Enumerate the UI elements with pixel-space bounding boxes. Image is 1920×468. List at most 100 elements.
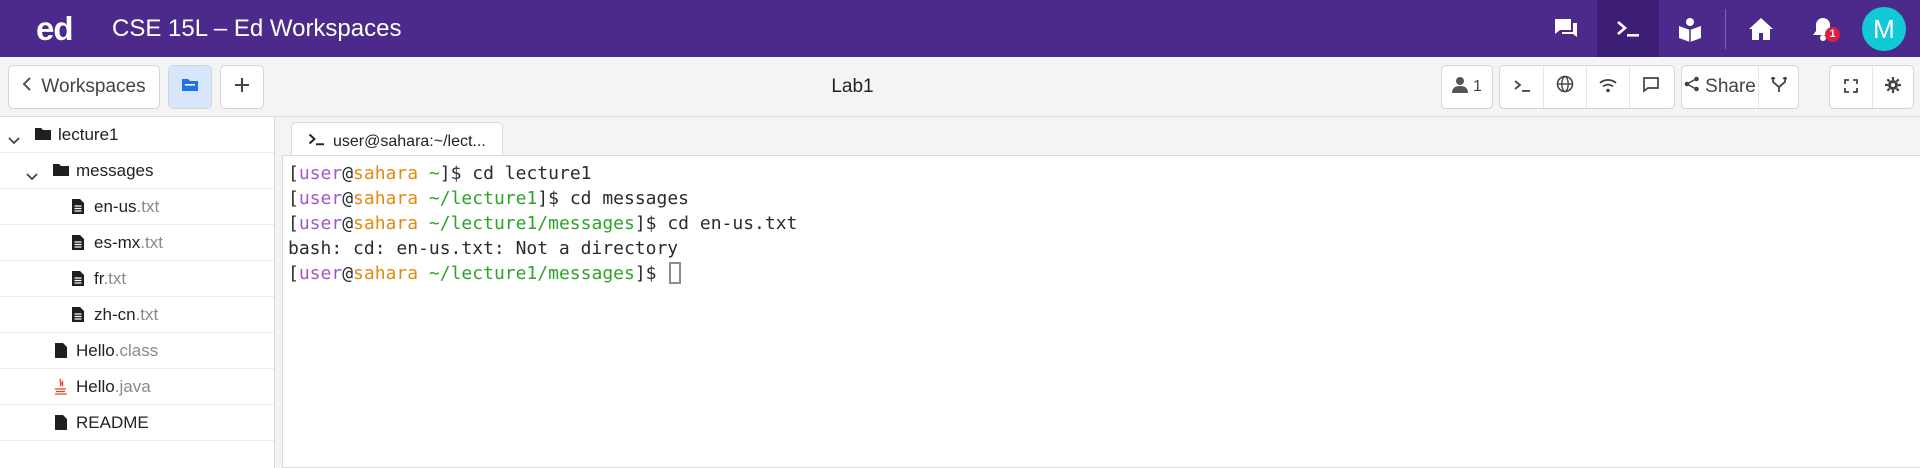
- new-tab-button[interactable]: [220, 65, 264, 109]
- workspaces-back-label: Workspaces: [41, 76, 146, 97]
- course-title[interactable]: CSE 15L – Ed Workspaces: [112, 0, 401, 57]
- prompt-path: ~/lecture1/messages: [428, 213, 635, 234]
- command-text: $ cd en-us.txt: [645, 213, 798, 234]
- file-ext: .java: [114, 377, 151, 396]
- tree-item-en-us-txt[interactable]: en-us.txt: [0, 189, 274, 225]
- globe-icon: [1556, 75, 1574, 99]
- tree-item-zh-cn-txt[interactable]: zh-cn.txt: [0, 297, 274, 333]
- tree-item-fr-txt[interactable]: fr.txt: [0, 261, 274, 297]
- tree-item-lecture1[interactable]: lecture1: [0, 117, 274, 153]
- prompt-user: user: [298, 163, 343, 184]
- prompt-host: sahara: [353, 213, 419, 234]
- tree-label: Hello.java: [76, 377, 151, 397]
- command-text: $: [645, 263, 668, 284]
- prompt-host: sahara: [353, 263, 419, 284]
- file-tree: lecture1 messages en-us.txt es-mx.txt fr…: [0, 117, 275, 468]
- text-file-icon: [71, 234, 85, 256]
- folder-icon: [181, 76, 199, 99]
- java-icon: [53, 378, 69, 401]
- command-text: $ cd lecture1: [450, 163, 592, 184]
- terminal-output-line: bash: cd: en-us.txt: Not a directory: [288, 238, 679, 259]
- terminal-icon: [1615, 18, 1641, 40]
- tree-label: README: [76, 413, 149, 433]
- notifications-button[interactable]: 1: [1792, 0, 1854, 57]
- share-icon: [1684, 76, 1700, 98]
- files-panel-toggle[interactable]: [168, 65, 212, 109]
- gear-icon: [1884, 76, 1901, 99]
- top-actions: 1 M: [1535, 0, 1920, 57]
- notification-badge: 1: [1825, 27, 1840, 42]
- tree-item-es-mx-txt[interactable]: es-mx.txt: [0, 225, 274, 261]
- tree-item-messages[interactable]: messages: [0, 153, 274, 189]
- top-bar: ed CSE 15L – Ed Workspaces 1 M: [0, 0, 1920, 57]
- discussion-button[interactable]: [1535, 0, 1597, 57]
- share-label: Share: [1705, 76, 1756, 97]
- file-ext: .class: [114, 341, 159, 360]
- tree-label: zh-cn.txt: [94, 305, 158, 325]
- settings-button[interactable]: [1871, 66, 1914, 108]
- user-icon: [1452, 76, 1469, 99]
- files-panel-toggle-inner: [169, 66, 211, 108]
- file-name: README: [76, 413, 149, 432]
- avatar[interactable]: M: [1862, 6, 1906, 51]
- tool-group: [1499, 65, 1675, 109]
- fork-button[interactable]: [1758, 66, 1798, 108]
- view-group: [1829, 65, 1914, 109]
- terminal-output[interactable]: [user@sahara ~]$ cd lecture1 [user@sahar…: [282, 155, 1920, 468]
- participant-count: 1: [1473, 78, 1482, 95]
- terminal-line: [user@sahara ~]$ cd lecture1: [288, 163, 592, 184]
- file-ext: .txt: [140, 233, 163, 252]
- terminal-line: [user@sahara ~/lecture1/messages]$: [288, 261, 1920, 286]
- lessons-icon: [1677, 16, 1703, 42]
- workspaces-back-content: Workspaces: [9, 66, 159, 108]
- tree-item-hello-class[interactable]: Hello.class: [0, 333, 274, 369]
- terminal-button[interactable]: [1500, 66, 1543, 108]
- chevron-down-icon[interactable]: [8, 130, 20, 150]
- tree-label: lecture1: [58, 125, 118, 145]
- share-button[interactable]: Share: [1682, 66, 1758, 108]
- file-name: zh-cn: [94, 305, 136, 324]
- chat-button[interactable]: [1629, 66, 1672, 108]
- file-name: lecture1: [58, 125, 119, 144]
- chat-icon: [1553, 17, 1579, 41]
- file-name: es-mx: [94, 233, 141, 252]
- terminal-panel: user@sahara:~/lect... [user@sahara ~]$ c…: [275, 117, 1920, 468]
- terminal-icon: [1513, 76, 1531, 99]
- chevron-down-icon[interactable]: [26, 166, 38, 186]
- lessons-button[interactable]: [1659, 0, 1721, 57]
- chevron-left-icon: [22, 76, 32, 98]
- file-icon: [54, 414, 68, 436]
- folder-icon: [34, 126, 52, 147]
- web-preview-button[interactable]: [1543, 66, 1586, 108]
- share-group: Share: [1681, 65, 1799, 109]
- file-name: en-us: [94, 197, 137, 216]
- prompt-host: sahara: [353, 188, 419, 209]
- fork-icon: [1770, 75, 1787, 99]
- workspaces-back-button[interactable]: Workspaces: [8, 65, 160, 109]
- prompt-path: ~: [428, 163, 440, 184]
- network-button[interactable]: [1586, 66, 1629, 108]
- ed-logo[interactable]: ed: [36, 0, 94, 57]
- fullscreen-button[interactable]: [1830, 66, 1872, 108]
- file-ext: .txt: [103, 269, 127, 288]
- text-file-icon: [71, 270, 85, 292]
- terminal-tab-label: user@sahara:~/lect...: [333, 132, 486, 150]
- terminal-line: [user@sahara ~/lecture1]$ cd messages: [288, 188, 690, 209]
- participants-button[interactable]: 1: [1441, 65, 1493, 109]
- tree-item-hello-java[interactable]: Hello.java: [0, 369, 274, 405]
- divider: [1725, 8, 1726, 49]
- workspaces-button[interactable]: [1597, 0, 1659, 57]
- prompt-path: ~/lecture1: [428, 188, 538, 209]
- text-file-icon: [71, 198, 85, 220]
- terminal-icon: [308, 133, 325, 151]
- terminal-cursor: [669, 262, 682, 284]
- folder-icon: [52, 162, 70, 183]
- home-button[interactable]: [1730, 0, 1792, 57]
- terminal-line: [user@sahara ~/lecture1/messages]$ cd en…: [288, 213, 798, 234]
- tree-label: es-mx.txt: [94, 233, 163, 253]
- tree-item-readme[interactable]: README: [0, 405, 274, 441]
- prompt-host: sahara: [353, 163, 419, 184]
- fullscreen-icon: [1843, 76, 1858, 99]
- file-icon: [54, 342, 68, 364]
- new-tab-inner: [221, 66, 263, 108]
